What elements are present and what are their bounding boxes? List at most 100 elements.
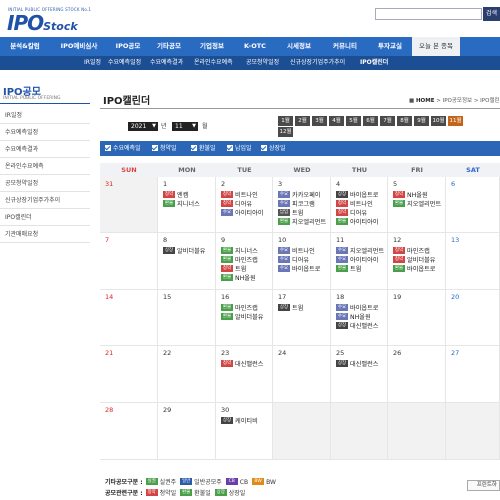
- month-button-7[interactable]: 7월: [380, 116, 395, 126]
- month-button-12[interactable]: 12월: [278, 127, 293, 137]
- calendar-day-cell[interactable]: 8 상장 알비더블유: [158, 233, 216, 290]
- calendar-event[interactable]: 환불 마인즈랩: [221, 256, 270, 265]
- calendar-day-cell[interactable]: 13: [446, 233, 500, 290]
- calendar-day-cell[interactable]: 9 환불 지니너스 환불 마인즈랩 청약 트윔 환불 NH올원: [216, 233, 273, 290]
- calendar-day-cell[interactable]: 30 상장 케이티비: [216, 403, 273, 460]
- calendar-day-cell[interactable]: 7: [100, 233, 158, 290]
- calendar-day-cell[interactable]: 4 상장 바이옵트로 청약 비트나인 청약 디어유 환불 아이티아이: [331, 177, 388, 233]
- calendar-event[interactable]: 청약 트윔: [221, 265, 270, 274]
- calendar-day-cell[interactable]: 27: [446, 346, 500, 403]
- sidebar-item-6[interactable]: IPO캘린더: [0, 209, 90, 226]
- calendar-event[interactable]: 상장 바이옵트로: [336, 191, 385, 200]
- calendar-event[interactable]: 환불 알비더블유: [221, 313, 270, 322]
- month-button-11[interactable]: 11월: [448, 116, 463, 126]
- sidebar-item-1[interactable]: 수요예측일정: [0, 124, 90, 141]
- month-button-1[interactable]: 1월: [278, 116, 293, 126]
- subnav-item-6[interactable]: IPO캘린더: [360, 56, 388, 70]
- checkbox-icon[interactable]: [227, 144, 233, 151]
- calendar-event[interactable]: 환불 지오엘리먼트: [393, 200, 442, 209]
- calendar-event[interactable]: 상장 트윔: [278, 304, 327, 313]
- calendar-day-cell[interactable]: 5 청약 NH올원 환불 지오엘리먼트: [388, 177, 446, 233]
- nav-today-viewed[interactable]: 오늘 본 종목: [412, 37, 460, 56]
- calendar-event[interactable]: 수요 NH올원: [336, 313, 385, 322]
- calendar-day-cell[interactable]: 17 상장 트윔: [273, 290, 331, 346]
- calendar-day-cell[interactable]: 26: [388, 346, 446, 403]
- calendar-event[interactable]: 청약 NH올원: [393, 191, 442, 200]
- sidebar-item-0[interactable]: IR일정: [0, 107, 90, 124]
- checkbox-icon[interactable]: [105, 144, 111, 151]
- filter-2[interactable]: 환불일: [191, 141, 216, 156]
- calendar-day-cell[interactable]: 10 수요 비트나인 수요 디어유 수요 바이옵트로: [273, 233, 331, 290]
- calendar-event[interactable]: 수요 피코그램: [278, 200, 327, 209]
- calendar-day-cell[interactable]: 22: [158, 346, 216, 403]
- calendar-event[interactable]: 청약 디어유: [336, 209, 385, 218]
- month-button-2[interactable]: 2월: [295, 116, 310, 126]
- sidebar-item-3[interactable]: 온라인수요예측: [0, 158, 90, 175]
- calendar-event[interactable]: 청약 엔켐: [163, 191, 212, 200]
- month-button-5[interactable]: 5월: [346, 116, 361, 126]
- month-button-10[interactable]: 10월: [431, 116, 446, 126]
- calendar-event[interactable]: 상장 알비더블유: [163, 247, 212, 256]
- nav-item-7[interactable]: 커뮤니티: [322, 37, 368, 56]
- calendar-event[interactable]: 환불 지오엘리먼트: [278, 218, 327, 227]
- calendar-day-cell[interactable]: 23 청약 대신밸런스: [216, 346, 273, 403]
- calendar-day-cell[interactable]: 21: [100, 346, 158, 403]
- calendar-event[interactable]: 환불 NH올원: [221, 274, 270, 283]
- calendar-event[interactable]: 환불 바이옵트로: [393, 265, 442, 274]
- sidebar-item-4[interactable]: 공모청약일정: [0, 175, 90, 192]
- print-button[interactable]: 프린트하: [467, 480, 500, 491]
- sidebar-item-7[interactable]: 기관매매요청: [0, 226, 90, 243]
- sidebar-item-2[interactable]: 수요예측결과: [0, 141, 90, 158]
- calendar-event[interactable]: 청약 디어유: [221, 200, 270, 209]
- calendar-event[interactable]: 청약 마인즈랩: [393, 247, 442, 256]
- nav-item-1[interactable]: IPO예비심사: [50, 37, 108, 56]
- calendar-event[interactable]: 상장 대신밸런스: [336, 322, 385, 331]
- calendar-day-cell[interactable]: 28: [100, 403, 158, 460]
- calendar-day-cell[interactable]: 14: [100, 290, 158, 346]
- checkbox-icon[interactable]: [152, 144, 158, 151]
- calendar-day-cell[interactable]: 19: [388, 290, 446, 346]
- nav-item-4[interactable]: 기업정보: [190, 37, 234, 56]
- sidebar-item-5[interactable]: 신규상장기업주가추이: [0, 192, 90, 209]
- calendar-event[interactable]: 환불 트윔: [336, 265, 385, 274]
- calendar-day-cell[interactable]: 3 수요 카카오페이 수요 피코그램 납입 트윔 환불 지오엘리먼트: [273, 177, 331, 233]
- calendar-event[interactable]: 수요 디어유: [278, 256, 327, 265]
- calendar-day-cell[interactable]: 31: [100, 177, 158, 233]
- calendar-event[interactable]: 수요 바이옵트로: [336, 304, 385, 313]
- nav-item-0[interactable]: 분석&칼럼: [0, 37, 50, 56]
- month-button-4[interactable]: 4월: [329, 116, 344, 126]
- calendar-day-cell[interactable]: 16 환불 마인즈랩 환불 알비더블유: [216, 290, 273, 346]
- subnav-item-1[interactable]: 수요예측일정: [108, 56, 141, 70]
- calendar-event[interactable]: 상장 대신밸런스: [336, 360, 385, 369]
- nav-item-3[interactable]: 기타공모: [148, 37, 190, 56]
- filter-4[interactable]: 상장일: [261, 141, 286, 156]
- month-select[interactable]: 11 ▼: [172, 122, 198, 131]
- month-button-8[interactable]: 8월: [397, 116, 412, 126]
- year-select[interactable]: 2021 ▼: [128, 122, 158, 131]
- search-button[interactable]: 검색: [483, 7, 500, 21]
- filter-3[interactable]: 납입일: [227, 141, 252, 156]
- calendar-event[interactable]: 청약 대신밸런스: [221, 360, 270, 369]
- subnav-item-4[interactable]: 공모청약일정: [246, 56, 279, 70]
- subnav-item-2[interactable]: 수요예측결과: [150, 56, 183, 70]
- calendar-event[interactable]: 청약 알비더블유: [393, 256, 442, 265]
- calendar-day-cell[interactable]: 1 청약 엔켐 환불 지니너스: [158, 177, 216, 233]
- site-logo[interactable]: INITIAL PUBLIC OFFERING STOCK No.1 IPOSt…: [4, 7, 104, 33]
- calendar-day-cell[interactable]: [388, 403, 446, 460]
- calendar-day-cell[interactable]: 29: [158, 403, 216, 460]
- calendar-event[interactable]: 수요 바이옵트로: [278, 265, 327, 274]
- month-button-3[interactable]: 3월: [312, 116, 327, 126]
- month-button-6[interactable]: 6월: [363, 116, 378, 126]
- calendar-day-cell[interactable]: [446, 403, 500, 460]
- month-button-9[interactable]: 9월: [414, 116, 429, 126]
- nav-item-6[interactable]: 시세정보: [276, 37, 322, 56]
- nav-item-5[interactable]: K-OTC: [234, 37, 276, 56]
- calendar-day-cell[interactable]: 20: [446, 290, 500, 346]
- calendar-day-cell[interactable]: [331, 403, 388, 460]
- calendar-day-cell[interactable]: 24: [273, 346, 331, 403]
- calendar-event[interactable]: 수요 지오엘리먼트: [336, 247, 385, 256]
- calendar-event[interactable]: 환불 지니너스: [163, 200, 212, 209]
- calendar-event[interactable]: 상장 케이티비: [221, 417, 270, 426]
- subnav-item-3[interactable]: 온라인수요예측: [194, 56, 233, 70]
- calendar-event[interactable]: 환불 아이티아이: [336, 218, 385, 227]
